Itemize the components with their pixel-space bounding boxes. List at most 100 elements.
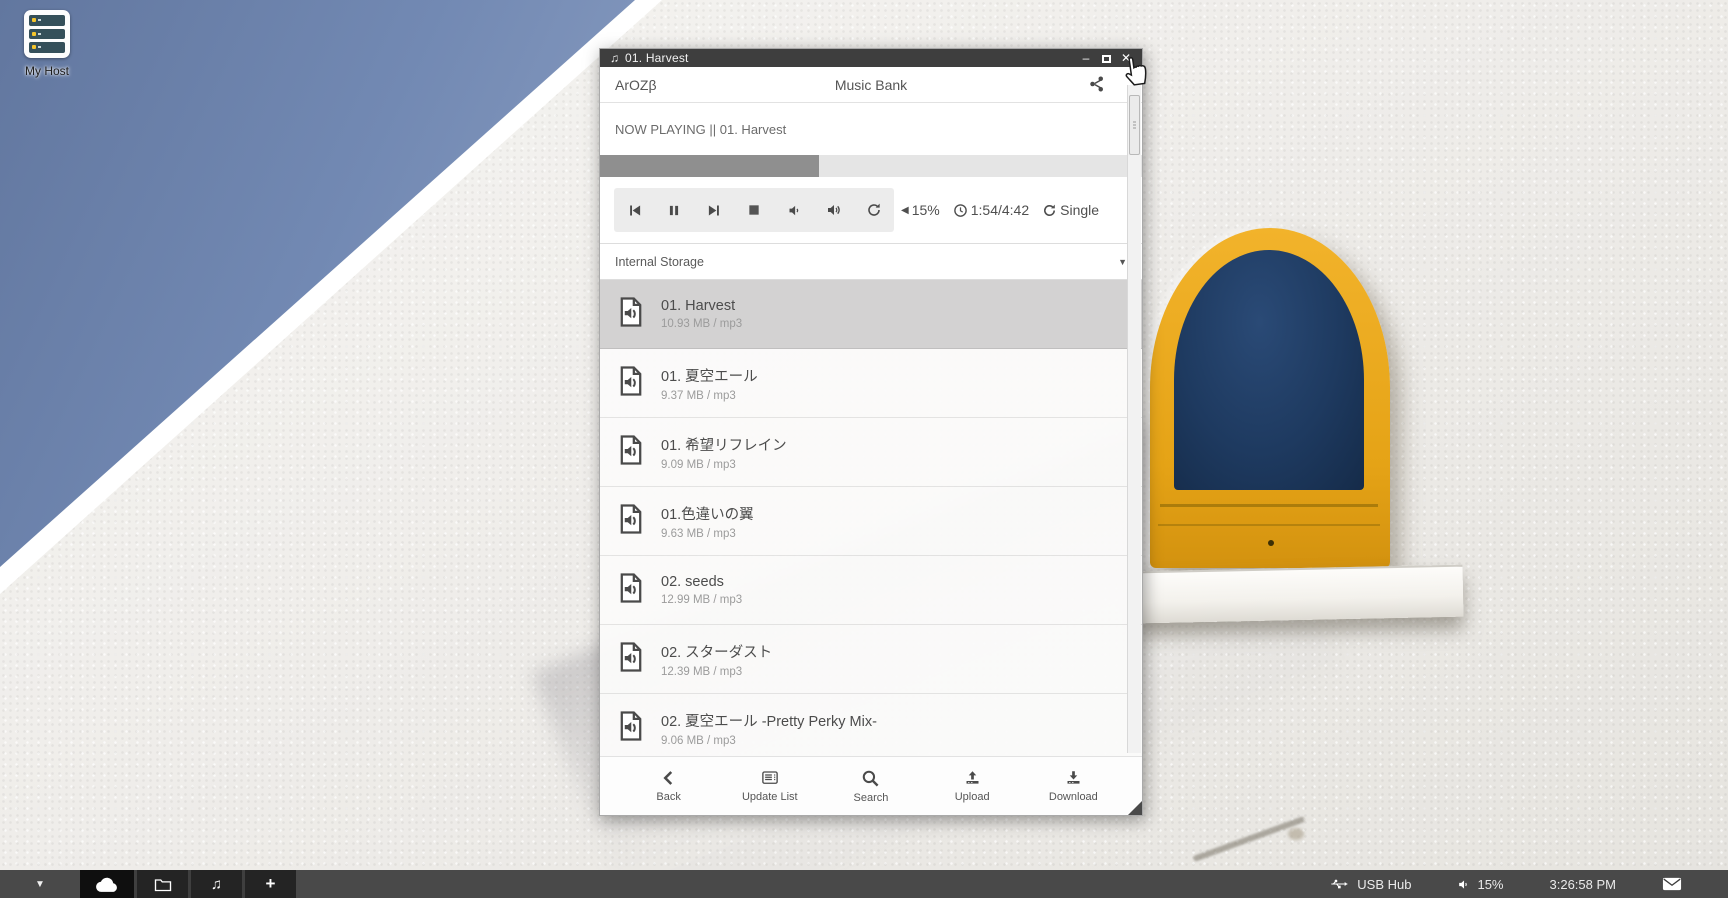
scrollbar-thumb[interactable]: [1129, 95, 1140, 155]
track-meta: 9.63 MB / mp3: [661, 528, 754, 540]
pause-icon: [667, 203, 681, 218]
track-row[interactable]: 02. seeds 12.99 MB / mp3: [600, 556, 1142, 625]
repeat-button[interactable]: [854, 188, 894, 232]
chevron-down-icon: ▼: [1118, 257, 1127, 267]
music-note-icon: ♫: [610, 51, 619, 65]
skip-previous-icon: [627, 203, 642, 218]
player-controls: ◀ 15% 1:54/4:42 Single: [600, 177, 1142, 243]
volume-down-icon: [787, 203, 802, 218]
loop-mode-icon: [1042, 203, 1057, 218]
update-list-button[interactable]: Update List: [730, 769, 810, 803]
upload-label: Upload: [955, 791, 990, 803]
storage-select[interactable]: Internal Storage ▼: [600, 243, 1142, 280]
track-row[interactable]: 02. スターダスト 12.39 MB / mp3: [600, 625, 1142, 694]
pause-button[interactable]: [654, 188, 694, 232]
tray-usb[interactable]: USB Hub: [1330, 877, 1411, 892]
desktop-icon-label: My Host: [12, 64, 82, 78]
update-list-label: Update List: [742, 791, 798, 803]
usb-label: USB Hub: [1357, 877, 1411, 892]
audio-file-icon: [614, 709, 648, 748]
taskbar-app-files[interactable]: [134, 870, 188, 898]
tray-mail[interactable]: [1662, 877, 1682, 891]
search-button[interactable]: Search: [831, 769, 911, 804]
search-icon: [861, 769, 880, 788]
track-row[interactable]: 01. Harvest 10.93 MB / mp3: [600, 280, 1142, 349]
cloud-icon: [95, 876, 119, 893]
track-row[interactable]: 01.色違いの翼 9.63 MB / mp3: [600, 487, 1142, 556]
audio-file-icon: [614, 640, 648, 679]
tray-volume[interactable]: 15%: [1457, 877, 1503, 892]
volume-up-button[interactable]: [814, 188, 854, 232]
plus-icon: +: [266, 874, 276, 894]
audio-file-icon: [614, 364, 648, 403]
speaker-icon: [1457, 878, 1470, 891]
taskbar-expand-button[interactable]: ▼: [0, 870, 80, 898]
seek-bar[interactable]: [600, 155, 1142, 177]
tray-clock[interactable]: 3:26:58 PM: [1550, 877, 1617, 892]
close-button[interactable]: ✕: [1116, 49, 1136, 67]
track-row[interactable]: 02. 夏空エール -Pretty Perky Mix- 9.06 MB / m…: [600, 694, 1142, 756]
system-tray: USB Hub 15% 3:26:58 PM: [1330, 870, 1728, 898]
window-scrollbar[interactable]: [1127, 85, 1141, 753]
download-icon: [1064, 769, 1083, 787]
list-icon: [760, 769, 780, 787]
window-resize-handle[interactable]: [1128, 801, 1142, 815]
audio-file-icon: [614, 295, 648, 334]
track-title: 01.色違いの翼: [661, 503, 754, 524]
taskbar-add-button[interactable]: +: [242, 870, 296, 898]
maximize-button[interactable]: [1096, 49, 1116, 67]
minimize-button[interactable]: –: [1076, 49, 1096, 67]
track-meta: 9.37 MB / mp3: [661, 390, 758, 402]
pipe: [1288, 828, 1304, 840]
desktop-icon-my-host[interactable]: My Host: [12, 10, 82, 78]
track-title: 02. スターダスト: [661, 641, 772, 662]
clock-icon: [953, 203, 968, 218]
folder-icon: [154, 877, 172, 892]
storage-selected: Internal Storage: [615, 255, 704, 269]
server-icon: [24, 10, 70, 58]
previous-track-button[interactable]: [614, 188, 654, 232]
download-label: Download: [1049, 791, 1098, 803]
volume-readout: ◀ 15%: [901, 202, 940, 218]
window-titlebar[interactable]: ♫ 01. Harvest – ✕: [600, 49, 1142, 67]
stop-icon: [747, 203, 761, 217]
audio-file-icon: [614, 433, 648, 472]
maximize-icon: [1102, 55, 1111, 63]
share-icon: [1088, 75, 1106, 93]
share-button[interactable]: [1088, 75, 1106, 98]
track-meta: 12.99 MB / mp3: [661, 594, 742, 606]
track-title: 01. 希望リフレイン: [661, 434, 787, 455]
taskbar-app-music[interactable]: ♫: [188, 870, 242, 898]
envelope-icon: [1662, 877, 1682, 891]
app-title: Music Bank: [600, 77, 1142, 93]
volume-down-button[interactable]: [774, 188, 814, 232]
track-title: 01. Harvest: [661, 298, 742, 314]
volume-value: 15%: [912, 202, 940, 218]
taskbar-app-cloud[interactable]: [80, 870, 134, 898]
upload-button[interactable]: Upload: [932, 769, 1012, 803]
audio-file-icon: [614, 502, 648, 541]
track-title: 02. seeds: [661, 574, 742, 590]
bottom-toolbar: Back Update List Search Upload Download: [600, 756, 1142, 815]
track-row[interactable]: 01. 夏空エール 9.37 MB / mp3: [600, 349, 1142, 418]
loop-mode[interactable]: Single: [1042, 202, 1099, 218]
scrollbar-grip-icon: [1132, 120, 1137, 131]
music-bank-window: ♫ 01. Harvest – ✕ ArOZβ Music Bank NOW P…: [599, 48, 1143, 816]
track-row[interactable]: 01. 希望リフレイン 9.09 MB / mp3: [600, 418, 1142, 487]
volume-up-icon: [826, 202, 842, 218]
arched-window-glass: [1174, 250, 1364, 490]
track-title: 02. 夏空エール -Pretty Perky Mix-: [661, 710, 877, 731]
window-title: 01. Harvest: [625, 51, 1076, 65]
usb-icon: [1330, 878, 1350, 890]
next-track-button[interactable]: [694, 188, 734, 232]
transport-buttons: [614, 188, 894, 232]
now-playing-bar: NOW PLAYING || 01. Harvest: [600, 103, 1142, 155]
music-note-icon: ♫: [211, 876, 222, 893]
stop-button[interactable]: [734, 188, 774, 232]
search-label: Search: [854, 792, 889, 804]
time-value: 1:54/4:42: [971, 202, 1029, 218]
back-button[interactable]: Back: [629, 769, 709, 803]
clock-label: 3:26:58 PM: [1550, 877, 1617, 892]
download-button[interactable]: Download: [1033, 769, 1113, 803]
arched-window-photo: [1150, 228, 1390, 568]
